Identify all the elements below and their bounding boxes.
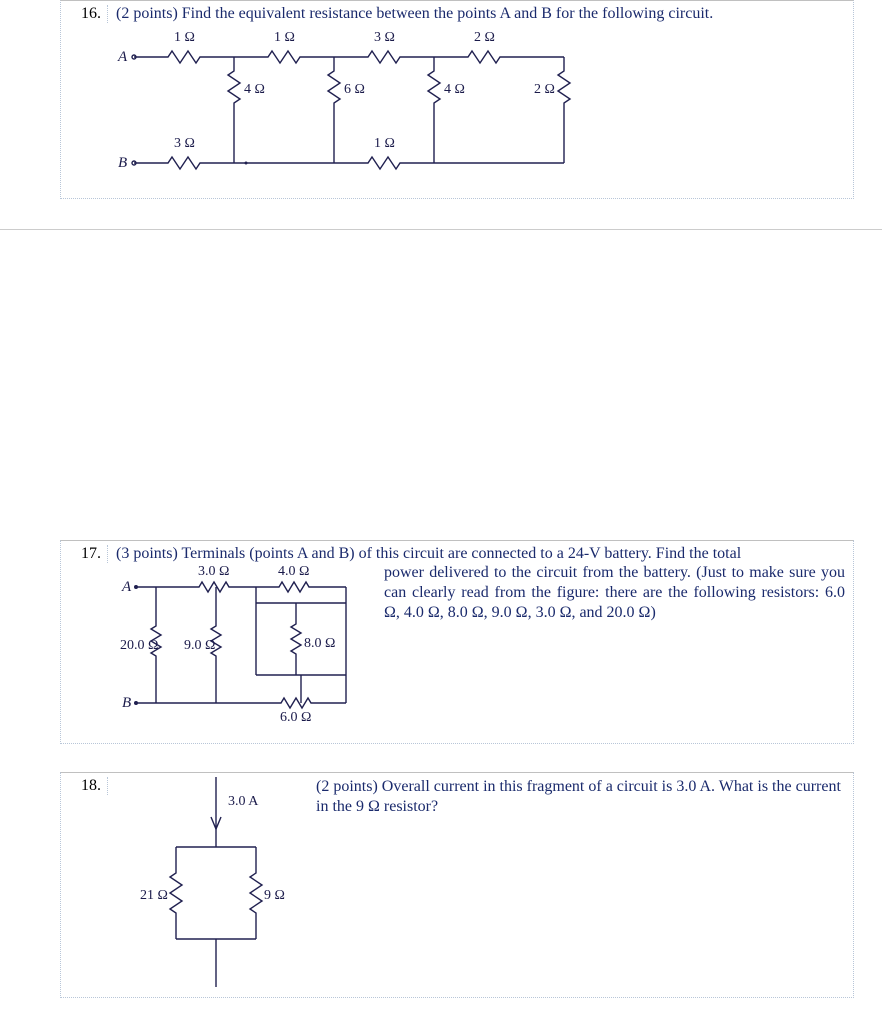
- q17-points: (3 points): [116, 545, 178, 562]
- q16-prompt: Find the equivalent resistance between t…: [182, 5, 713, 22]
- q18-r21: 21 Ω: [140, 888, 168, 903]
- q16-top3: 3 Ω: [374, 30, 395, 45]
- q16-v2: 6 Ω: [344, 82, 365, 97]
- page-spacer: [0, 229, 882, 540]
- q16-top4: 2 Ω: [474, 30, 495, 45]
- q16-v3: 4 Ω: [444, 82, 465, 97]
- q16-number: 16.: [69, 5, 108, 23]
- q17-prompt1: Terminals (points A and B) of this circu…: [182, 545, 742, 562]
- q17-r6: 6.0 Ω: [280, 710, 311, 725]
- q16-B: B: [118, 155, 127, 171]
- q18-points: (2 points): [316, 778, 378, 795]
- q16-bot1: 3 Ω: [174, 136, 195, 151]
- problem-18: 18. 3.0 A: [60, 772, 854, 998]
- q17-A: A: [121, 579, 132, 595]
- q18-I: 3.0 A: [228, 794, 259, 809]
- problem-16: 16. (2 points) Find the equivalent resis…: [60, 0, 854, 199]
- q17-r8: 8.0 Ω: [304, 636, 335, 651]
- q16-A: A: [117, 49, 128, 65]
- q17-r4: 4.0 Ω: [278, 564, 309, 579]
- q17-B: B: [122, 695, 131, 711]
- q18-prompt: Overall current in this fragment of a ci…: [316, 778, 841, 815]
- q16-top1: 1 Ω: [174, 30, 195, 45]
- q17-r9: 9.0 Ω: [184, 638, 215, 653]
- q17-r20: 20.0 Ω: [120, 638, 158, 653]
- q16-v4: 2 Ω: [534, 82, 555, 97]
- q16-v1: 4 Ω: [244, 82, 265, 97]
- q18-circuit: 3.0 A 21 Ω 9 Ω: [116, 777, 296, 987]
- q18-r9: 9 Ω: [264, 888, 285, 903]
- q16-circuit: A 1 Ω 1 Ω 3 Ω 2 Ω 4 Ω: [116, 23, 616, 188]
- q17-r3: 3.0 Ω: [198, 564, 229, 579]
- q16-top2: 1 Ω: [274, 30, 295, 45]
- q17-prompt2: power delivered to the circuit from the …: [376, 563, 845, 623]
- problem-17: 17. (3 points) Terminals (points A and B…: [60, 540, 854, 744]
- q17-circuit: A 20.0 Ω 3.0 Ω 4.0 Ω: [116, 563, 376, 733]
- q18-number: 18.: [69, 777, 108, 795]
- q16-points: (2 points): [116, 5, 178, 22]
- q17-number: 17.: [69, 545, 108, 563]
- q16-bot2: 1 Ω: [374, 136, 395, 151]
